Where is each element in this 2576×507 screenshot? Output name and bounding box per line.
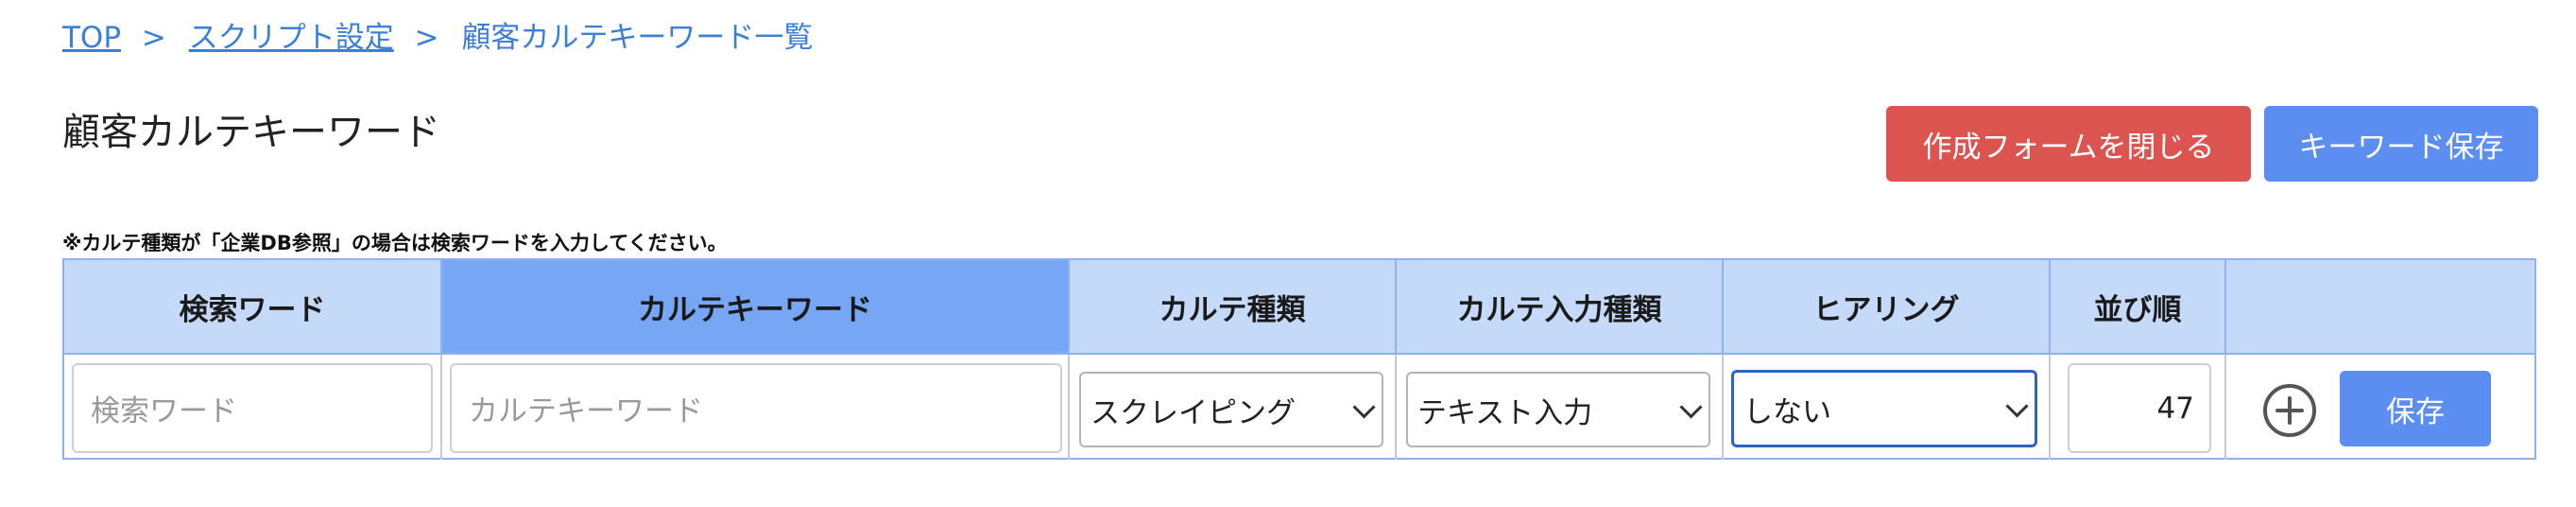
header-order: 並び順 — [2051, 260, 2226, 355]
chevron-down-icon — [2005, 394, 2029, 418]
row-save-button[interactable]: 保存 — [2340, 371, 2491, 446]
karte-input-type-select[interactable]: テキスト入力 — [1406, 372, 1710, 447]
header-actions — [2226, 260, 2534, 355]
cell-search-word: 検索ワード — [64, 355, 442, 460]
plus-circle-icon[interactable] — [2262, 383, 2317, 438]
chevron-down-icon — [1679, 395, 1703, 419]
order-input[interactable]: 47 — [2068, 363, 2211, 453]
cell-karte-type: スクレイピング — [1070, 355, 1397, 460]
cell-actions: 保存 — [2226, 355, 2534, 460]
header-karte-type: カルテ種類 — [1070, 260, 1397, 355]
header-karte-input-type: カルテ入力種類 — [1397, 260, 1724, 355]
header-karte-keyword: カルテキーワード — [442, 260, 1070, 355]
keyword-form-table: 検索ワード カルテキーワード カルテ種類 カルテ入力種類 ヒアリング 並び順 検… — [62, 258, 2536, 460]
breadcrumb-separator: > — [414, 21, 439, 55]
breadcrumb-current: 顧客カルテキーワード一覧 — [461, 21, 814, 55]
header-search-word: 検索ワード — [64, 260, 442, 355]
hearing-select[interactable]: しない — [1731, 370, 2037, 447]
karte-input-type-value: テキスト入力 — [1417, 395, 1593, 430]
close-form-button[interactable]: 作成フォームを閉じる — [1886, 106, 2251, 182]
header-hearing: ヒアリング — [1724, 260, 2051, 355]
karte-keyword-input[interactable]: カルテキーワード — [450, 363, 1062, 453]
cell-order: 47 — [2051, 355, 2226, 460]
karte-type-select[interactable]: スクレイピング — [1079, 372, 1383, 447]
breadcrumb-script-settings-link[interactable]: スクリプト設定 — [189, 21, 394, 55]
cell-hearing: しない — [1724, 355, 2051, 460]
cell-karte-input-type: テキスト入力 — [1397, 355, 1724, 460]
save-keyword-button[interactable]: キーワード保存 — [2264, 106, 2538, 182]
karte-type-value: スクレイピング — [1091, 395, 1296, 430]
cell-karte-keyword: カルテキーワード — [442, 355, 1070, 460]
breadcrumb-top-link[interactable]: TOP — [62, 21, 121, 55]
page-title: 顧客カルテキーワード — [62, 111, 440, 154]
chevron-down-icon — [1352, 395, 1376, 419]
hearing-value: しない — [1743, 394, 1831, 429]
search-word-input[interactable]: 検索ワード — [72, 363, 433, 453]
breadcrumb: TOP > スクリプト設定 > 顧客カルテキーワード一覧 — [62, 17, 813, 59]
breadcrumb-separator: > — [141, 21, 166, 55]
search-word-note: ※カルテ種類が「企業DB参照」の場合は検索ワードを入力してください。 — [62, 232, 728, 254]
